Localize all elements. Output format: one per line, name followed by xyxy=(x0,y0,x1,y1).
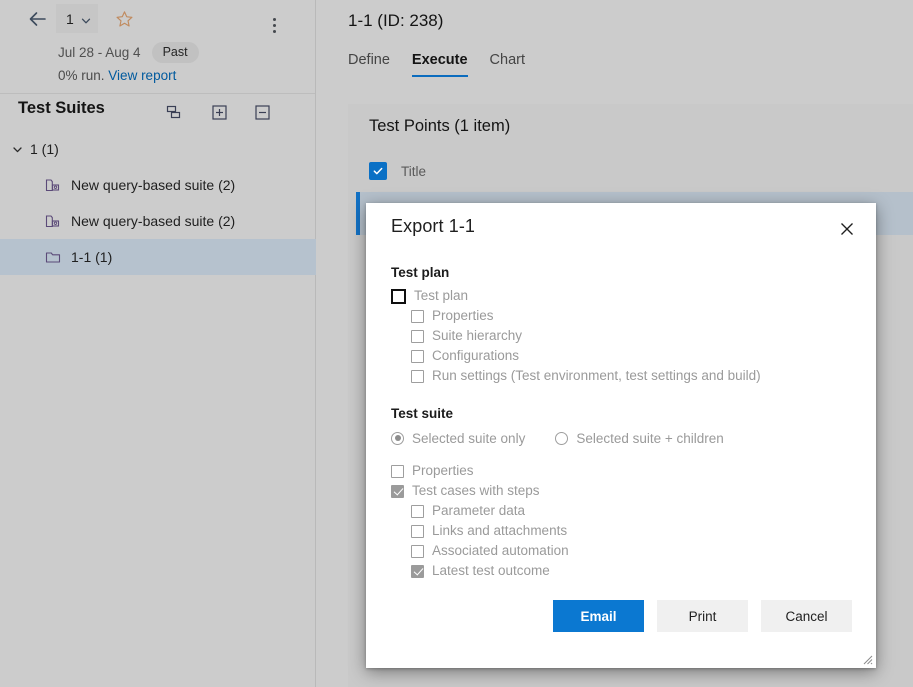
dialog-body: Test plan Test plan Properties Suite hie… xyxy=(391,265,856,581)
plan-dates-row: Jul 28 - Aug 4 Past xyxy=(0,38,316,66)
query-suite-icon xyxy=(44,212,62,230)
plan-run-status: 0% run. View report xyxy=(58,68,176,83)
checkbox-checked-icon[interactable] xyxy=(369,162,387,180)
option-label: Test cases with steps xyxy=(412,483,540,499)
folder-suite-icon xyxy=(44,248,62,266)
tree-item-query-suite-2[interactable]: New query-based suite (2) xyxy=(0,203,316,239)
section-heading-test-suite: Test suite xyxy=(391,406,454,421)
collapse-all-icon[interactable] xyxy=(250,100,274,124)
column-header-title: Title xyxy=(401,163,427,179)
checkbox-icon[interactable] xyxy=(411,369,424,383)
radio-icon[interactable] xyxy=(555,431,569,445)
print-button[interactable]: Print xyxy=(657,600,748,632)
option-run-settings[interactable]: Run settings (Test environment, test set… xyxy=(411,366,856,386)
export-dialog: Export 1-1 Test plan Test plan Propertie… xyxy=(366,203,876,668)
radio-label: Selected suite only xyxy=(412,430,526,446)
plan-selector[interactable]: 1 xyxy=(56,4,98,33)
more-vertical-icon[interactable] xyxy=(264,14,284,36)
test-suites-title: Test Suites xyxy=(18,99,105,117)
option-label: Test plan xyxy=(414,288,469,304)
option-label: Associated automation xyxy=(432,543,569,559)
option-test-plan[interactable]: Test plan xyxy=(391,286,856,306)
tree-item-label: New query-based suite (2) xyxy=(71,213,236,229)
tab-execute[interactable]: Execute xyxy=(411,52,468,77)
checkbox-icon[interactable] xyxy=(411,329,424,343)
tree-item-label: 1-1 (1) xyxy=(71,249,113,265)
checkbox-icon[interactable] xyxy=(411,349,424,363)
radio-selected-suite-plus-children[interactable]: Selected suite + children xyxy=(555,427,724,449)
resize-grip-icon[interactable] xyxy=(860,652,873,665)
checkbox-icon[interactable] xyxy=(391,464,404,478)
back-arrow-icon[interactable] xyxy=(25,7,51,31)
checkbox-icon[interactable] xyxy=(411,309,424,323)
option-latest-test-outcome[interactable]: Latest test outcome xyxy=(411,561,856,581)
dialog-actions: Email Print Cancel xyxy=(366,600,876,632)
tab-chart[interactable]: Chart xyxy=(490,52,525,77)
close-icon[interactable] xyxy=(832,214,862,244)
view-report-link[interactable]: View report xyxy=(108,68,176,83)
test-suites-toolbar: Test Suites xyxy=(0,95,316,128)
plan-date-range: Jul 28 - Aug 4 xyxy=(58,44,141,60)
option-label: Run settings (Test environment, test set… xyxy=(432,368,761,384)
option-parameter-data[interactable]: Parameter data xyxy=(411,501,856,521)
plan-header-top-row: 1 xyxy=(0,0,316,36)
app-root: 1 Jul 28 - Aug 4 Past 0% run. View repor… xyxy=(0,0,913,687)
option-associated-automation[interactable]: Associated automation xyxy=(411,541,856,561)
option-test-cases-with-steps[interactable]: Test cases with steps xyxy=(391,481,856,501)
option-label: Properties xyxy=(412,463,474,479)
radio-label: Selected suite + children xyxy=(576,430,724,446)
checkbox-checked-icon[interactable] xyxy=(411,564,424,578)
option-links-and-attachments[interactable]: Links and attachments xyxy=(411,521,856,541)
chevron-down-icon[interactable] xyxy=(8,140,26,158)
test-suite-tree: 1 (1) New query-based suite (2) New quer… xyxy=(0,131,316,275)
checkbox-icon[interactable] xyxy=(411,524,424,538)
left-pane: 1 Jul 28 - Aug 4 Past 0% run. View repor… xyxy=(0,0,316,687)
tree-item-query-suite-1[interactable]: New query-based suite (2) xyxy=(0,167,316,203)
test-suite-scope-radio-group: Selected suite only Selected suite + chi… xyxy=(391,427,856,449)
option-label: Properties xyxy=(432,308,494,324)
page-title: 1-1 (ID: 238) xyxy=(348,11,444,30)
checkbox-icon[interactable] xyxy=(391,288,406,304)
email-button[interactable]: Email xyxy=(553,600,644,632)
chevron-down-icon xyxy=(81,13,91,23)
cancel-button[interactable]: Cancel xyxy=(761,600,852,632)
section-heading-test-plan: Test plan xyxy=(391,265,450,280)
checkbox-checked-icon[interactable] xyxy=(391,484,404,498)
status-badge: Past xyxy=(151,41,199,63)
option-suite-properties[interactable]: Properties xyxy=(391,461,856,481)
option-label: Configurations xyxy=(432,348,520,364)
radio-selected-suite-only[interactable]: Selected suite only xyxy=(391,427,525,449)
checkbox-icon[interactable] xyxy=(411,544,424,558)
tree-item-label: 1 (1) xyxy=(30,141,59,157)
tab-define[interactable]: Define xyxy=(348,52,390,77)
plan-selector-value: 1 xyxy=(66,10,74,27)
dialog-title: Export 1-1 xyxy=(391,216,476,236)
query-suite-icon xyxy=(44,176,62,194)
option-label: Parameter data xyxy=(432,503,526,519)
option-label: Links and attachments xyxy=(432,523,568,539)
run-percent-text: 0% run. xyxy=(58,68,105,83)
tab-bar: Define Execute Chart xyxy=(348,52,525,87)
test-points-heading: Test Points (1 item) xyxy=(369,117,511,135)
tree-item-1-1[interactable]: 1-1 (1) xyxy=(0,239,316,275)
radio-icon[interactable] xyxy=(391,431,404,445)
plan-header: 1 Jul 28 - Aug 4 Past 0% run. View repor… xyxy=(0,0,315,94)
show-test-suites-icon[interactable] xyxy=(162,100,186,124)
tree-item-label: New query-based suite (2) xyxy=(71,177,236,193)
test-points-column-header: Title xyxy=(369,162,426,180)
option-suite-hierarchy[interactable]: Suite hierarchy xyxy=(411,326,856,346)
star-outline-icon[interactable] xyxy=(111,6,137,32)
expand-all-icon[interactable] xyxy=(207,100,231,124)
tree-item-root[interactable]: 1 (1) xyxy=(0,131,316,167)
option-label: Latest test outcome xyxy=(432,563,550,579)
option-label: Suite hierarchy xyxy=(432,328,523,344)
option-configurations[interactable]: Configurations xyxy=(411,346,856,366)
checkbox-icon[interactable] xyxy=(411,504,424,518)
option-plan-properties[interactable]: Properties xyxy=(411,306,856,326)
